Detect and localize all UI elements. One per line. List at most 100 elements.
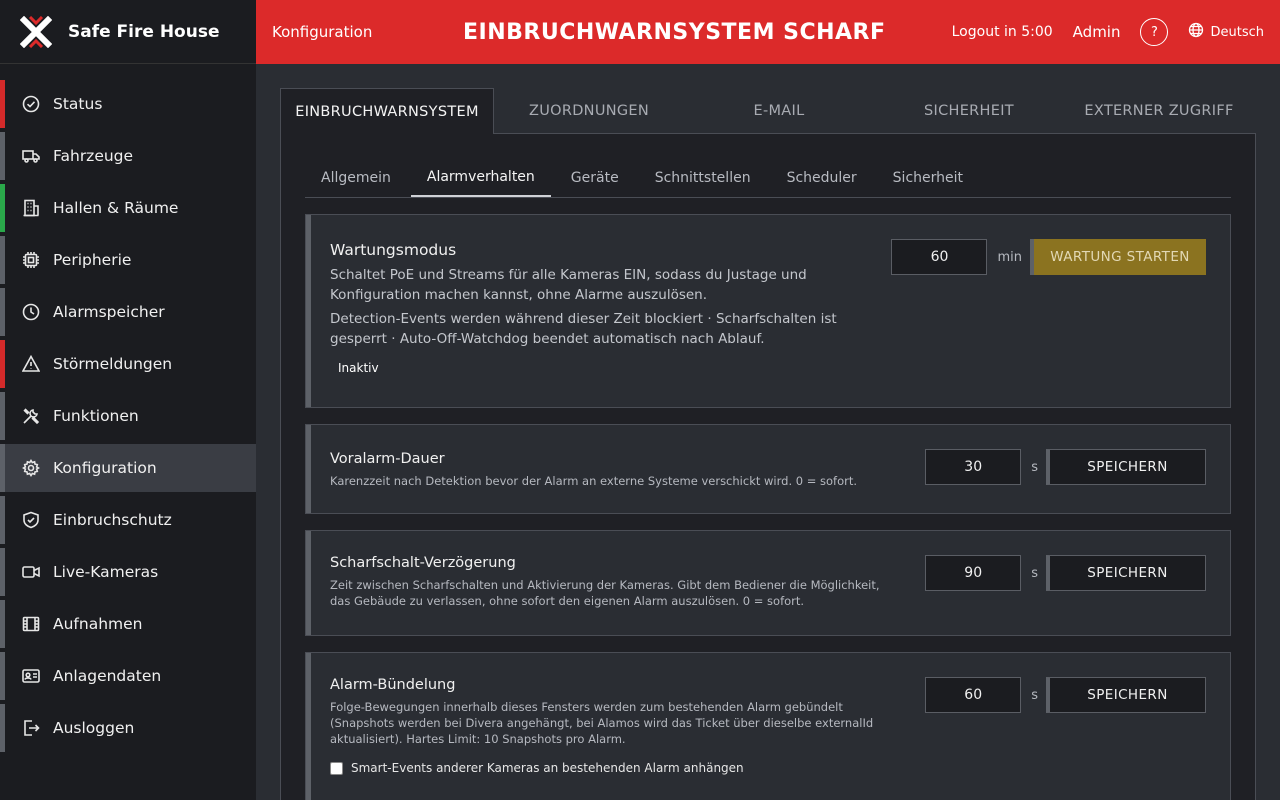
status-indicator — [0, 600, 5, 648]
maintenance-card: Wartungsmodus Schaltet PoE und Streams f… — [305, 214, 1231, 408]
bundling-save-button[interactable]: SPEICHERN — [1046, 677, 1206, 713]
start-maintenance-button[interactable]: WARTUNG STARTEN — [1030, 239, 1206, 275]
tools-icon — [22, 407, 40, 425]
sub-tabs: Allgemein Alarmverhalten Geräte Schnitts… — [305, 158, 1231, 198]
sidebar-item-fahrzeuge[interactable]: Fahrzeuge — [0, 132, 256, 180]
status-indicator — [0, 184, 5, 232]
tab-sicherheit[interactable]: SICHERHEIT — [874, 88, 1064, 133]
warning-icon — [22, 355, 40, 373]
current-section: Konfiguration — [272, 23, 373, 41]
sidebar-item-aufnahmen[interactable]: Aufnahmen — [0, 600, 256, 648]
brand-name: Safe Fire House — [68, 21, 220, 42]
sidebar-item-label: Live-Kameras — [53, 563, 159, 581]
sidebar-item-einbruchschutz[interactable]: Einbruchschutz — [0, 496, 256, 544]
bundling-unit: s — [1031, 687, 1038, 703]
check-circle-icon — [22, 95, 40, 113]
sidebar-item-funktionen[interactable]: Funktionen — [0, 392, 256, 440]
sidebar: Status Fahrzeuge Hallen & Räume Peripher… — [0, 64, 256, 800]
app-header: Safe Fire House Konfiguration EINBRUCHWA… — [0, 0, 1280, 64]
sidebar-item-label: Störmeldungen — [53, 355, 173, 373]
prealarm-unit: s — [1031, 459, 1038, 475]
arm-delay-description: Zeit zwischen Scharfschalten und Aktivie… — [330, 578, 880, 608]
sidebar-item-hallen-raeume[interactable]: Hallen & Räume — [0, 184, 256, 232]
film-icon — [22, 615, 40, 633]
prealarm-description: Karenzzeit nach Detektion bevor der Alar… — [330, 474, 858, 488]
status-indicator — [0, 704, 5, 752]
sidebar-item-stoermeldungen[interactable]: Störmeldungen — [0, 340, 256, 388]
subtab-allgemein[interactable]: Allgemein — [305, 158, 407, 197]
help-button[interactable]: ? — [1140, 18, 1169, 46]
video-camera-icon — [22, 563, 40, 581]
shield-icon — [22, 511, 40, 529]
arm-delay-input[interactable] — [925, 555, 1022, 591]
sidebar-item-label: Alarmspeicher — [53, 303, 165, 321]
card-accent — [306, 653, 311, 800]
clock-icon — [22, 303, 40, 321]
sidebar-item-anlagendaten[interactable]: Anlagendaten — [0, 652, 256, 700]
subtab-schnittstellen[interactable]: Schnittstellen — [639, 158, 767, 197]
sidebar-item-label: Anlagendaten — [53, 667, 162, 685]
user-menu[interactable]: Admin — [1073, 23, 1121, 41]
sidebar-item-ausloggen[interactable]: Ausloggen — [0, 704, 256, 752]
status-indicator — [0, 80, 5, 128]
maintenance-unit: min — [997, 249, 1022, 265]
smart-events-checkbox[interactable] — [330, 761, 343, 775]
subtab-scheduler[interactable]: Scheduler — [771, 158, 873, 197]
x-logo-icon — [19, 15, 53, 48]
prealarm-save-button[interactable]: SPEICHERN — [1046, 449, 1206, 485]
prealarm-card: Voralarm-Dauer Karenzzeit nach Detektion… — [305, 424, 1231, 514]
tab-externer-zugriff[interactable]: EXTERNER ZUGRIFF — [1064, 88, 1254, 133]
sidebar-item-label: Hallen & Räume — [53, 199, 179, 217]
status-indicator — [0, 236, 5, 284]
status-indicator — [0, 392, 5, 440]
sidebar-item-live-kameras[interactable]: Live-Kameras — [0, 548, 256, 596]
sidebar-item-peripherie[interactable]: Peripherie — [0, 236, 256, 284]
sidebar-item-label: Status — [53, 95, 103, 113]
status-indicator — [0, 652, 5, 700]
truck-icon — [22, 147, 40, 165]
sidebar-item-label: Fahrzeuge — [53, 147, 134, 165]
sidebar-item-status[interactable]: Status — [0, 80, 256, 128]
sidebar-item-alarmspeicher[interactable]: Alarmspeicher — [0, 288, 256, 336]
sidebar-item-label: Ausloggen — [53, 719, 135, 737]
id-card-icon — [22, 667, 40, 685]
card-accent — [306, 215, 311, 407]
subtab-sicherheit[interactable]: Sicherheit — [877, 158, 979, 197]
sidebar-item-label: Konfiguration — [53, 459, 157, 477]
card-accent — [306, 531, 311, 635]
sidebar-item-label: Aufnahmen — [53, 615, 143, 633]
gear-icon — [22, 459, 40, 477]
status-indicator — [0, 548, 5, 596]
sidebar-item-label: Einbruchschutz — [53, 511, 172, 529]
arm-delay-card: Scharfschalt-Verzögerung Zeit zwischen S… — [305, 530, 1231, 636]
brand[interactable]: Safe Fire House — [0, 0, 256, 64]
smart-events-option[interactable]: Smart-Events anderer Kameras an bestehen… — [330, 761, 1206, 775]
bundling-input[interactable] — [925, 677, 1022, 713]
sidebar-item-label: Funktionen — [53, 407, 139, 425]
tab-email[interactable]: E-MAIL — [684, 88, 874, 133]
maintenance-duration-input[interactable] — [891, 239, 988, 275]
tab-zuordnungen[interactable]: ZUORDNUNGEN — [494, 88, 684, 133]
status-indicator — [0, 132, 5, 180]
maintenance-details: Detection-Events werden während dieser Z… — [330, 311, 837, 347]
main-tabs: EINBRUCHWARNSYSTEM ZUORDNUNGEN E-MAIL SI… — [280, 88, 1256, 135]
maintenance-description: Schaltet PoE und Streams für alle Kamera… — [330, 267, 807, 303]
tab-einbruchwarnsystem[interactable]: EINBRUCHWARNSYSTEM — [280, 88, 494, 135]
subtab-geraete[interactable]: Geräte — [555, 158, 635, 197]
arm-delay-save-button[interactable]: SPEICHERN — [1046, 555, 1206, 591]
status-indicator — [0, 340, 5, 388]
building-icon — [22, 199, 40, 217]
arm-delay-unit: s — [1031, 565, 1038, 581]
sidebar-item-label: Peripherie — [53, 251, 132, 269]
language-label: Deutsch — [1210, 24, 1264, 40]
status-indicator — [0, 496, 5, 544]
globe-icon — [1188, 22, 1204, 42]
status-indicator — [0, 288, 5, 336]
subtab-alarmverhalten[interactable]: Alarmverhalten — [410, 158, 551, 197]
logout-timer: Logout in 5:00 — [951, 24, 1053, 40]
sidebar-item-konfiguration[interactable]: Konfiguration — [0, 444, 256, 492]
language-selector[interactable]: Deutsch — [1188, 22, 1264, 42]
status-bar: Konfiguration EINBRUCHWARNSYSTEM SCHARF … — [256, 0, 1280, 64]
prealarm-input[interactable] — [925, 449, 1022, 485]
bundling-card: Alarm-Bündelung Folge-Bewegungen innerha… — [305, 652, 1231, 800]
